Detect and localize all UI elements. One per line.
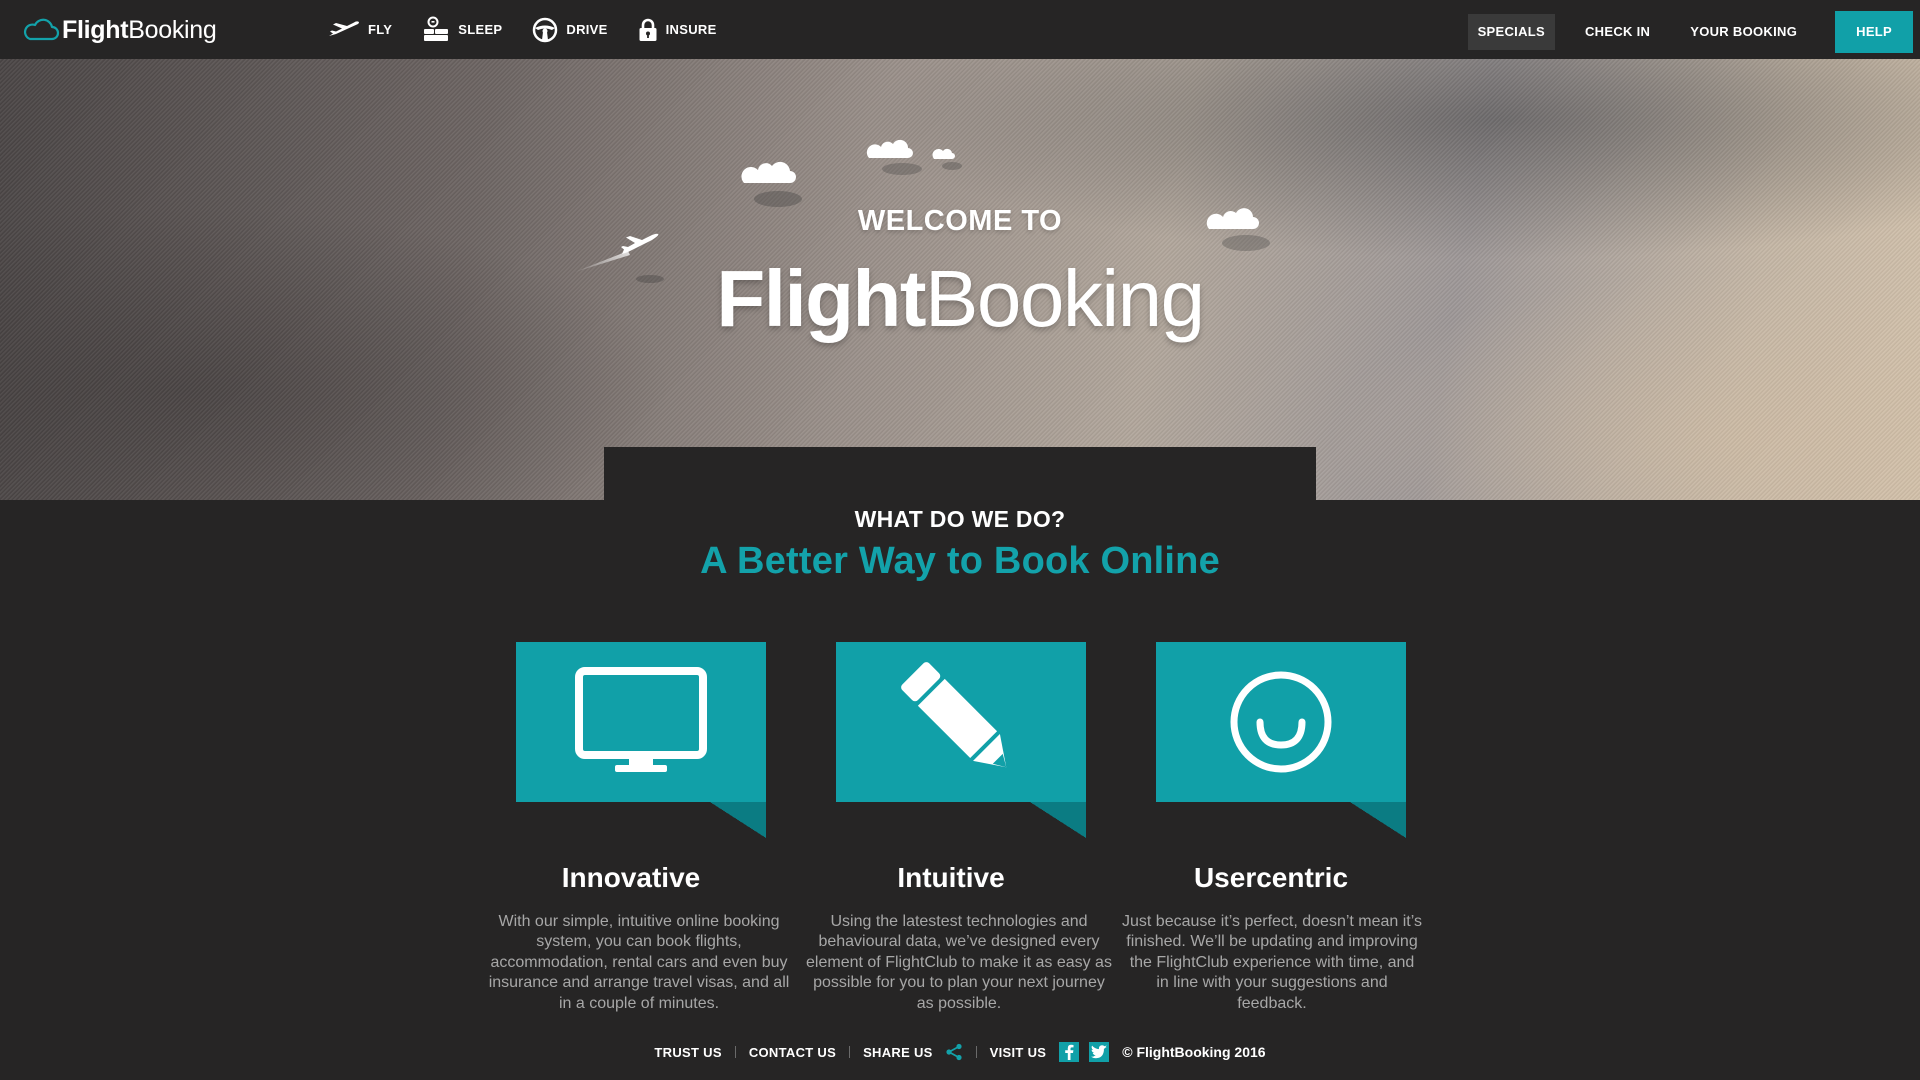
nav-item-fly[interactable]: FLY (328, 20, 392, 40)
card-fold (710, 802, 766, 838)
lock-icon (639, 18, 657, 41)
facebook-icon[interactable] (1059, 1042, 1080, 1062)
card-fold (1350, 802, 1406, 838)
nav-label-sleep: SLEEP (458, 22, 503, 37)
cloud-icon (866, 139, 922, 175)
hero-welcome: WELCOME TO (857, 205, 1063, 237)
feature-usercentric (1156, 642, 1406, 838)
main-nav: FLY SLEEP DRIVE INSURE (328, 0, 747, 59)
share-icon[interactable] (945, 1043, 963, 1061)
feature-title-intuitive: Intuitive (897, 862, 1005, 893)
logo[interactable]: FlightBooking (22, 15, 217, 45)
hero-banner: WELCOME TO FlightBooking (0, 59, 1920, 500)
pencil-icon (901, 662, 1007, 768)
check-in-link[interactable]: CHECK IN (1565, 14, 1670, 50)
share-us-link[interactable]: SHARE US (863, 1045, 933, 1060)
top-nav: FlightBooking FLY SLEEP DRIVE INSURE SPE… (0, 0, 1920, 59)
steering-wheel-icon (533, 17, 558, 42)
card-fold (1030, 802, 1086, 838)
feature-card (1156, 642, 1406, 802)
cloud-icon (741, 161, 802, 207)
bed-icon (424, 16, 449, 41)
footer-links: TRUST US CONTACT US SHARE US VISIT US © … (654, 1042, 1266, 1062)
footer-divider (975, 1046, 977, 1058)
section-title: A Better Way to Book Online (700, 540, 1220, 582)
nav-item-drive[interactable]: DRIVE (532, 17, 607, 43)
feature-text-usercentric: Just because it’s perfect, doesn’t mean … (1122, 913, 1423, 1012)
footer-divider (734, 1046, 736, 1058)
nav-item-sleep[interactable]: SLEEP (422, 16, 502, 44)
nav-item-insure[interactable]: INSURE (638, 18, 717, 42)
contact-us-link[interactable]: CONTACT US (749, 1045, 836, 1060)
right-nav: SPECIALS CHECK IN YOUR BOOKING HELP (1467, 11, 1913, 53)
nav-label-drive: DRIVE (566, 22, 608, 37)
specials-link[interactable]: SPECIALS (1467, 14, 1555, 50)
feature-text-intuitive: Using the latestest technologies and beh… (806, 913, 1112, 1012)
footer-divider (849, 1046, 851, 1058)
footer: TRUST US CONTACT US SHARE US VISIT US © … (0, 1040, 1920, 1064)
copyright: © FlightBooking 2016 (1122, 1044, 1266, 1060)
feature-intuitive (836, 642, 1086, 838)
section-eyebrow: WHAT DO WE DO? (854, 506, 1066, 532)
visit-us-link[interactable]: VISIT US (990, 1045, 1047, 1060)
feature-title-usercentric: Usercentric (1193, 862, 1349, 893)
feature-innovative (516, 642, 766, 838)
monitor-icon (575, 667, 707, 772)
feature-text-innovative: With our simple, intuitive online bookin… (488, 913, 790, 1012)
feature-card (516, 642, 766, 802)
logo-text: FlightBooking (62, 16, 217, 44)
your-booking-link[interactable]: YOUR BOOKING (1670, 14, 1817, 50)
cloud-icon (932, 148, 962, 170)
feature-card (836, 642, 1086, 802)
feature-title-innovative: Innovative (561, 862, 701, 893)
nav-label-insure: INSURE (665, 22, 717, 37)
cloud-logo-icon (23, 18, 60, 41)
twitter-icon[interactable] (1089, 1042, 1110, 1062)
trust-us-link[interactable]: TRUST US (654, 1045, 721, 1060)
section-tab (604, 447, 1316, 507)
help-button[interactable]: HELP (1835, 11, 1913, 53)
smiley-icon (1230, 671, 1332, 773)
plane-icon (329, 20, 359, 36)
hero-brand: FlightBooking (716, 254, 1205, 343)
nav-label-fly: FLY (368, 22, 393, 37)
